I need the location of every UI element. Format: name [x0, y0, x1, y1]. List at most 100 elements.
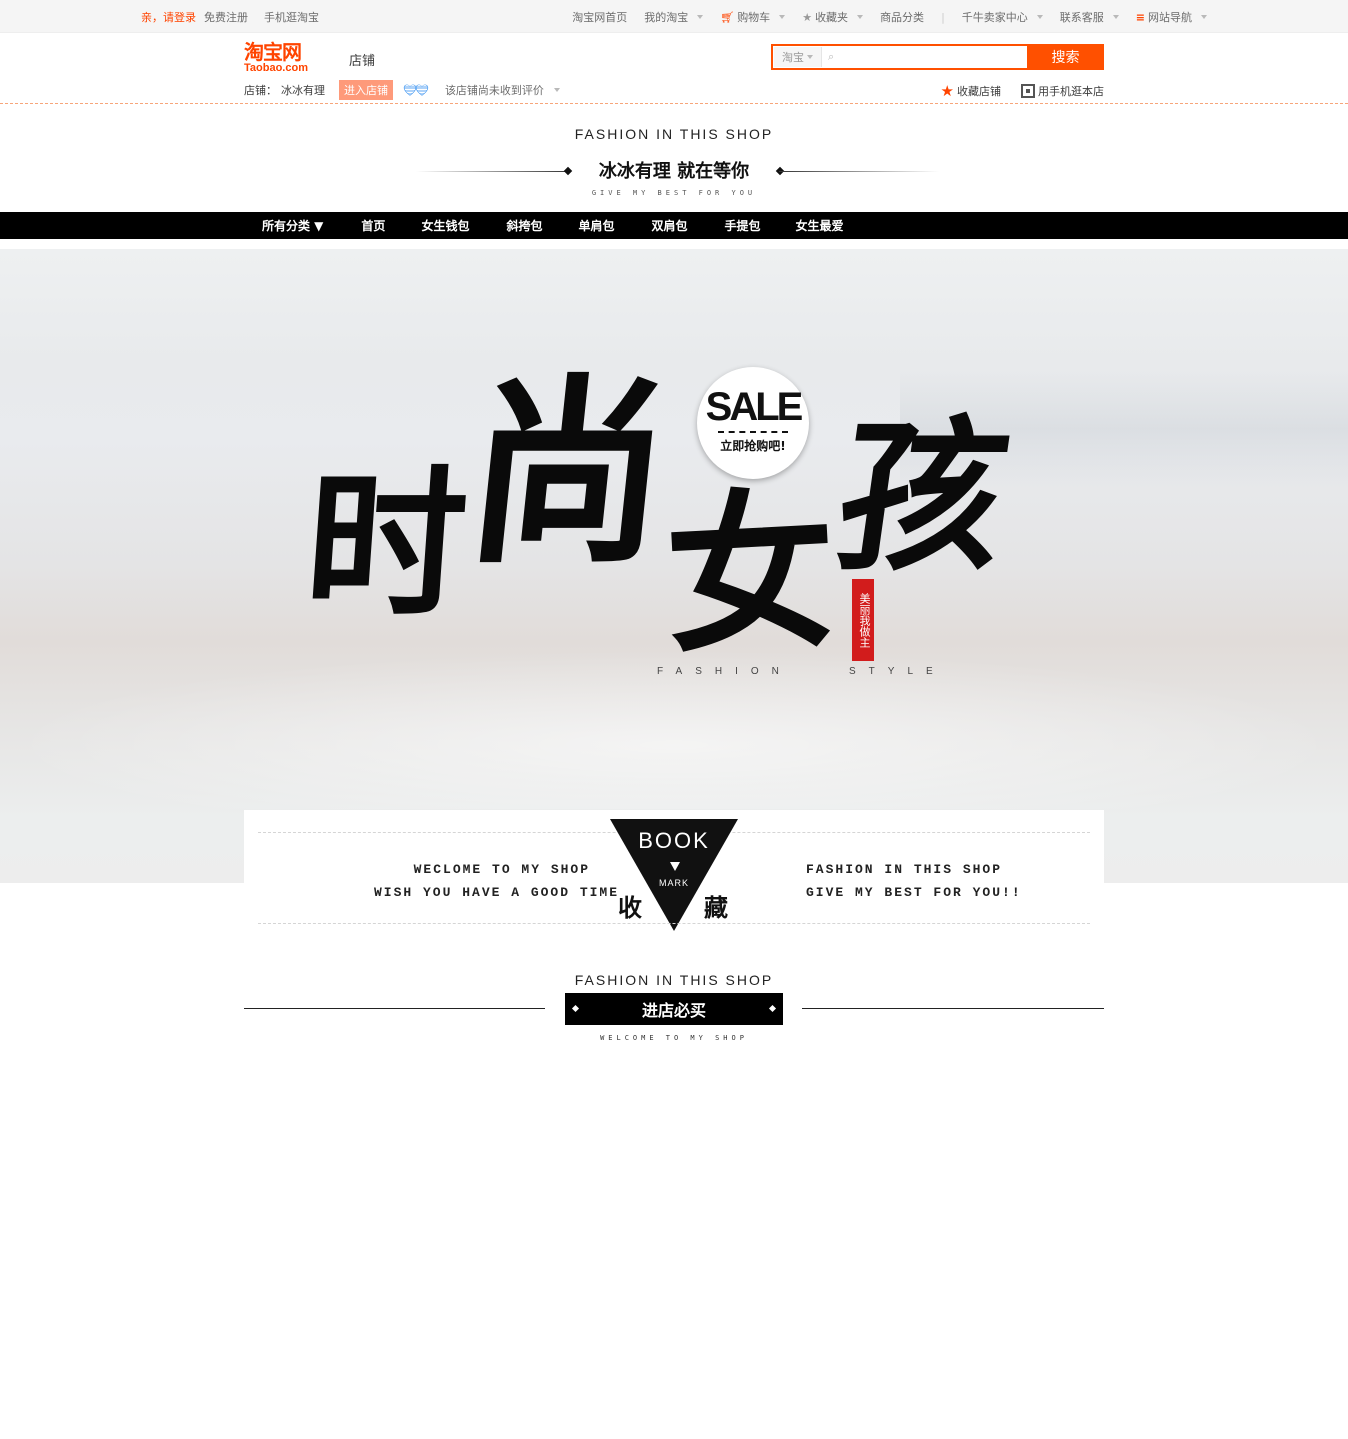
sale-cta: 立即抢购吧!	[720, 439, 786, 453]
section-pill: 进店必买	[565, 993, 783, 1025]
divider	[244, 1008, 545, 1009]
chevron-down-icon	[1201, 15, 1207, 19]
diamond-rating-icon: 💙︎💙︎	[403, 83, 429, 97]
bookmark-panel: WECLOME TO MY SHOP WISH YOU HAVE A GOOD …	[244, 810, 1104, 936]
collect-char-left[interactable]: 收	[618, 888, 642, 923]
hero-style-label: STYLE	[849, 666, 946, 677]
site-nav-menu[interactable]: ≡ 网站导航	[1136, 9, 1207, 25]
divider	[779, 171, 939, 172]
categories-link[interactable]: 商品分类	[880, 9, 924, 25]
favorites-menu[interactable]: ★ 收藏夹	[802, 9, 864, 25]
my-taobao-menu[interactable]: 我的淘宝	[644, 9, 704, 25]
nav-item-home[interactable]: 首页	[361, 217, 385, 234]
login-link[interactable]: 亲，请登录	[141, 9, 196, 25]
diamond-dot	[768, 1004, 777, 1013]
seller-center-label: 千牛卖家中心	[961, 11, 1028, 24]
section-tagline: WELCOME TO MY SHOP	[600, 1034, 748, 1042]
my-taobao-label: 我的淘宝	[644, 11, 689, 24]
seller-center-menu[interactable]: 千牛卖家中心	[962, 9, 1043, 25]
logo-text-en: Taobao.com	[244, 62, 308, 74]
section-pill-label: 进店必买	[641, 1001, 706, 1020]
shop-sign: FASHION IN THIS SHOP 冰冰有理 就在等你 GIVE MY B…	[0, 104, 1348, 212]
search-box: 淘宝 ⌕ 搜索	[771, 44, 1104, 70]
hero-calligraphy-char: 尚	[455, 356, 681, 591]
nav-item-crossbody[interactable]: 斜挎包	[506, 217, 542, 234]
favorite-shop-label: 收藏店铺	[957, 85, 1001, 98]
hero-banner[interactable]: 时 尚 女 孩 美丽我做主 FASHION STYLE SALE 立即抢购吧!	[0, 249, 1348, 883]
chevron-down-icon	[857, 15, 864, 19]
favorites-label: 收藏夹	[815, 11, 849, 24]
search-button[interactable]: 搜索	[1027, 44, 1104, 70]
star-icon: ★	[802, 10, 813, 24]
taobao-logo[interactable]: 淘宝网 Taobao.com	[244, 42, 328, 76]
collect-char-right[interactable]: 藏	[704, 888, 728, 923]
taobao-home-link[interactable]: 淘宝网首页	[572, 9, 627, 25]
hero-calligraphy-char: 孩	[826, 399, 1019, 593]
chevron-down-icon	[807, 55, 813, 59]
divider	[802, 1008, 1104, 1009]
rating-text[interactable]: 该店铺尚未收到评价	[445, 82, 544, 98]
fashion-line-2: GIVE MY BEST FOR YOU!!	[806, 885, 1022, 900]
logo-text-cn: 淘宝网	[244, 40, 302, 64]
chevron-down-icon	[1036, 15, 1043, 19]
welcome-line-2: WISH YOU HAVE A GOOD TIME	[374, 885, 620, 900]
mark-label: MARK	[658, 878, 689, 888]
enter-shop-button[interactable]: 进入店铺	[339, 80, 393, 100]
search-scope-label: 淘宝	[782, 51, 804, 64]
cart-icon: 🛒︎	[720, 10, 735, 24]
cart-label: 购物车	[737, 11, 771, 24]
register-link[interactable]: 免费注册	[204, 9, 248, 25]
mobile-shop-link[interactable]: 用手机逛本店	[1021, 83, 1104, 99]
shop-info-line: 店铺： 冰冰有理 进入店铺 💙︎💙︎ 该店铺尚未收到评价	[244, 80, 560, 100]
categories-label: 商品分类	[880, 11, 925, 24]
mobile-taobao-link[interactable]: 手机逛淘宝	[264, 9, 319, 25]
customer-service-menu[interactable]: 联系客服	[1060, 9, 1119, 25]
shop-nav-bar: 所有分类 ▼ 首页 女生钱包 斜挎包 单肩包 双肩包 手提包 女生最爱	[0, 212, 1348, 239]
favorite-shop-link[interactable]: ★ 收藏店铺	[941, 83, 1001, 99]
chevron-down-icon	[779, 15, 786, 19]
search-scope-select[interactable]: 淘宝	[774, 47, 822, 67]
taobao-home-label: 淘宝网首页	[572, 11, 628, 24]
nav-list: 所有分类 ▼ 首页 女生钱包 斜挎包 单肩包 双肩包 手提包 女生最爱	[262, 212, 844, 239]
customer-service-label: 联系客服	[1059, 11, 1104, 24]
hero-calligraphy-char: 时	[299, 450, 473, 638]
shop-label: 店铺	[349, 54, 376, 69]
nav-item-backpack[interactable]: 双肩包	[651, 217, 687, 234]
chevron-down-icon	[1112, 15, 1119, 19]
chevron-down-icon	[697, 15, 704, 19]
site-nav-label: 网站导航	[1148, 11, 1192, 24]
chevron-down-icon[interactable]	[553, 88, 560, 92]
divider: |	[941, 10, 945, 24]
divider	[718, 431, 788, 433]
search-icon: ⌕	[828, 50, 835, 63]
nav-item-all-categories[interactable]: 所有分类 ▼	[262, 217, 323, 234]
menu-icon: ≡	[1135, 10, 1145, 24]
sale-word: SALE	[705, 385, 804, 429]
nav-item-handbag[interactable]: 手提包	[725, 217, 761, 234]
shop-name[interactable]: 冰冰有理	[281, 82, 325, 98]
nav-item-wallets[interactable]: 女生钱包	[421, 217, 469, 234]
must-buy-heading: FASHION IN THIS SHOP 进店必买 WELCOME TO MY …	[244, 970, 1104, 1050]
shop-actions: ★ 收藏店铺 用手机逛本店	[941, 83, 1104, 99]
red-seal: 美丽我做主	[852, 579, 874, 661]
diamond-dot	[571, 1004, 580, 1013]
welcome-text: WECLOME TO MY SHOP WISH YOU HAVE A GOOD …	[374, 858, 619, 904]
sign-cn-title: 冰冰有理 就在等你	[598, 161, 750, 182]
divider	[258, 923, 1090, 924]
nav-item-favorites[interactable]: 女生最爱	[796, 217, 844, 234]
cart-menu[interactable]: 🛒︎ 购物车	[720, 9, 786, 25]
section-en-title: FASHION IN THIS SHOP	[574, 972, 774, 988]
hero-calligraphy-char: 女	[660, 469, 842, 679]
book-label: BOOK	[638, 828, 710, 853]
shop-prefix: 店铺：	[244, 84, 277, 97]
nav-item-shoulder[interactable]: 单肩包	[578, 217, 614, 234]
site-bar-left: 亲，请登录 免费注册 手机逛淘宝	[141, 9, 319, 25]
shop-header: 淘宝网 Taobao.com 店铺 淘宝 ⌕ 搜索 店铺： 冰冰有理 进入店铺 …	[0, 33, 1348, 104]
site-top-bar: 亲，请登录 免费注册 手机逛淘宝 淘宝网首页 我的淘宝 🛒︎ 购物车 ★ 收藏夹 商…	[0, 0, 1348, 33]
sign-tagline: GIVE MY BEST FOR YOU	[591, 189, 757, 197]
fashion-text: FASHION IN THIS SHOP GIVE MY BEST FOR YO…	[806, 858, 1022, 904]
arrow-down-icon	[670, 862, 680, 871]
hero-fashion-label: FASHION	[657, 666, 792, 677]
sale-badge[interactable]: SALE 立即抢购吧!	[697, 367, 809, 479]
site-bar-right: 淘宝网首页 我的淘宝 🛒︎ 购物车 ★ 收藏夹 商品分类 | 千牛卖家中心 联系客服…	[572, 9, 1207, 25]
